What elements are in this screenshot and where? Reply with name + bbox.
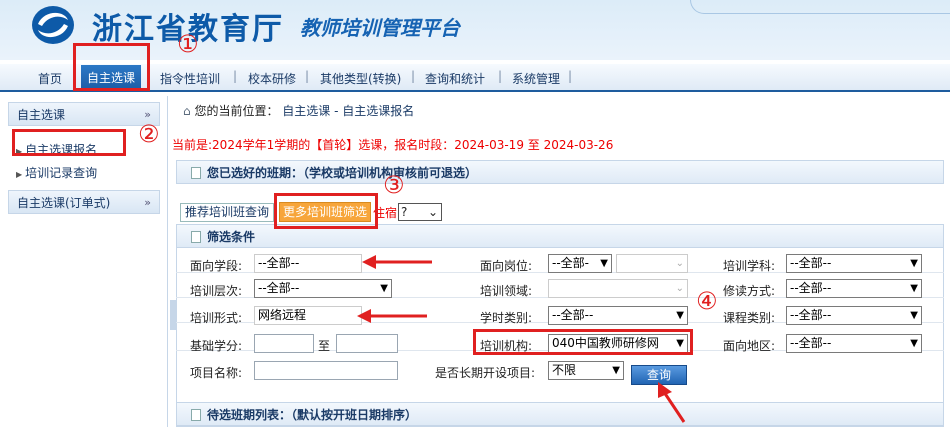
nav-separator: | xyxy=(568,69,573,83)
region-select-value: --全部-- xyxy=(790,336,832,350)
pending-classes-header: 待选班期列表：（默认按开班日期排序） xyxy=(176,402,944,426)
stage-select[interactable]: --全部-- xyxy=(254,254,362,273)
chevron-right-icon[interactable]: » xyxy=(144,191,151,215)
sidebar-item-records[interactable]: ▶ 培训记录查询 xyxy=(16,164,97,181)
project-name-label: 项目名称: xyxy=(190,366,243,380)
credit-max-input[interactable] xyxy=(336,334,398,353)
nav-separator: | xyxy=(233,69,238,83)
header-decoration xyxy=(690,0,950,14)
step-number-4: ④ xyxy=(696,287,718,315)
credit-min-input[interactable] xyxy=(254,334,314,353)
arrow-up-icon xyxy=(658,382,686,423)
credit-label: 基础学分: xyxy=(190,339,243,353)
nav-other-types[interactable]: 其他类型(转换) xyxy=(320,70,401,87)
long-term-label: 是否长期开设项目: xyxy=(435,366,536,380)
nav-query-stats[interactable]: 查询和统计 xyxy=(425,70,485,87)
sidebar-item-label: 培训记录查询 xyxy=(25,166,98,180)
sidebar-section-label: 自主选课(订单式) xyxy=(17,196,111,210)
study-mode-select[interactable]: --全部-- ▼ xyxy=(786,279,922,298)
sidebar-section-order[interactable]: 自主选课(订单式) » xyxy=(8,190,160,214)
training-form-select[interactable]: 网络远程 xyxy=(254,306,362,325)
nav-separator: | xyxy=(305,69,310,83)
breadcrumb: ⌂ 您的当前位置： 自主选课 - 自主选课报名 xyxy=(183,102,414,119)
triangle-right-icon: ▶ xyxy=(16,170,23,179)
stage-label: 面向学段: xyxy=(190,259,243,273)
document-icon xyxy=(191,231,201,243)
highlight-box-institution xyxy=(473,329,693,355)
chevron-down-icon: ▼ xyxy=(910,310,918,321)
training-form-label: 培训形式: xyxy=(190,311,243,325)
position-sub-select[interactable]: ⌄ xyxy=(616,254,688,273)
document-icon xyxy=(191,409,201,421)
step-number-3: ③ xyxy=(383,171,405,199)
nav-separator: | xyxy=(411,69,416,83)
course-type-label: 课程类别: xyxy=(723,311,776,325)
highlight-box-sidebar xyxy=(12,129,126,156)
step-number-1: ① xyxy=(177,30,199,58)
sidebar-section-label: 自主选课 xyxy=(17,108,66,122)
chevron-down-icon: ⌄ xyxy=(675,258,684,269)
lodging-select[interactable]: ? ⌄ xyxy=(398,203,442,221)
region-select[interactable]: --全部-- ▼ xyxy=(786,334,922,353)
nav-system[interactable]: 系统管理 xyxy=(512,70,560,87)
long-term-select[interactable]: 不限 ▼ xyxy=(548,361,624,380)
region-label: 面向地区: xyxy=(723,339,776,353)
study-mode-select-value: --全部-- xyxy=(790,281,832,295)
site-subtitle: 教师培训管理平台 xyxy=(300,16,460,40)
level-select-value: --全部-- xyxy=(258,281,300,295)
level-label: 培训层次: xyxy=(190,284,243,298)
hour-type-label: 学时类别: xyxy=(480,311,533,325)
highlight-box-nav xyxy=(73,43,150,91)
selected-classes-header: 您已选好的班期：（学校或培训机构审核前可退选） xyxy=(176,160,944,184)
nav-school-research[interactable]: 校本研修 xyxy=(248,70,296,87)
tab-recommend[interactable]: 推荐培训班查询 xyxy=(180,203,275,222)
domain-select[interactable]: ⌄ xyxy=(548,279,688,298)
level-select[interactable]: --全部-- ▼ xyxy=(254,279,392,298)
chevron-down-icon: ⌄ xyxy=(427,205,438,219)
hour-type-select-value: --全部-- xyxy=(552,308,594,322)
pending-classes-title: 待选班期列表：（默认按开班日期排序） xyxy=(207,408,418,422)
chevron-down-icon: ▼ xyxy=(380,283,388,294)
position-label: 面向岗位: xyxy=(480,259,533,273)
chevron-down-icon: ▼ xyxy=(910,258,918,269)
selected-classes-title: 您已选好的班期：（学校或培训机构审核前可退选） xyxy=(207,166,478,180)
highlight-box-tab xyxy=(274,193,378,229)
project-name-input[interactable] xyxy=(254,361,398,380)
subject-select[interactable]: --全部-- ▼ xyxy=(786,254,922,273)
study-mode-label: 修读方式: xyxy=(723,284,776,298)
chevron-down-icon: ▼ xyxy=(612,365,620,376)
chevron-down-icon: ⌄ xyxy=(675,283,684,294)
logo-icon xyxy=(32,6,74,44)
nav-home[interactable]: 首页 xyxy=(38,70,62,87)
course-type-select[interactable]: --全部-- ▼ xyxy=(786,306,922,325)
chevron-down-icon: ▼ xyxy=(910,283,918,294)
lodging-select-value: ? xyxy=(401,205,408,219)
filter-title: 筛选条件 xyxy=(207,230,256,244)
breadcrumb-path[interactable]: 自主选课 - 自主选课报名 xyxy=(282,104,414,118)
chevron-down-icon: ▼ xyxy=(600,258,608,269)
training-form-select-value: 网络远程 xyxy=(258,308,307,322)
breadcrumb-prefix: 您的当前位置： xyxy=(194,104,279,118)
position-select-value: --全部- xyxy=(552,256,589,270)
arrow-left-icon xyxy=(357,309,427,323)
subject-label: 培训学科: xyxy=(723,259,776,273)
nav-directive-training[interactable]: 指令性培训 xyxy=(160,70,220,87)
long-term-select-value: 不限 xyxy=(552,363,577,377)
position-select[interactable]: --全部- ▼ xyxy=(548,254,612,273)
course-type-select-value: --全部-- xyxy=(790,308,832,322)
document-icon xyxy=(191,167,201,179)
domain-label: 培训领域: xyxy=(480,284,533,298)
stage-select-value: --全部-- xyxy=(258,256,300,270)
chevron-down-icon: ▼ xyxy=(910,338,918,349)
enrollment-notice: 当前是:2024学年1学期的【首轮】选课，报名时段：2024-03-19 至 2… xyxy=(172,138,614,152)
range-separator: 至 xyxy=(318,339,331,353)
nav-separator: | xyxy=(498,69,503,83)
step-number-2: ② xyxy=(138,120,160,148)
chevron-down-icon: ▼ xyxy=(676,310,684,321)
hour-type-select[interactable]: --全部-- ▼ xyxy=(548,306,688,325)
arrow-left-icon xyxy=(362,255,432,269)
home-icon: ⌂ xyxy=(183,104,191,118)
subject-select-value: --全部-- xyxy=(790,256,832,270)
